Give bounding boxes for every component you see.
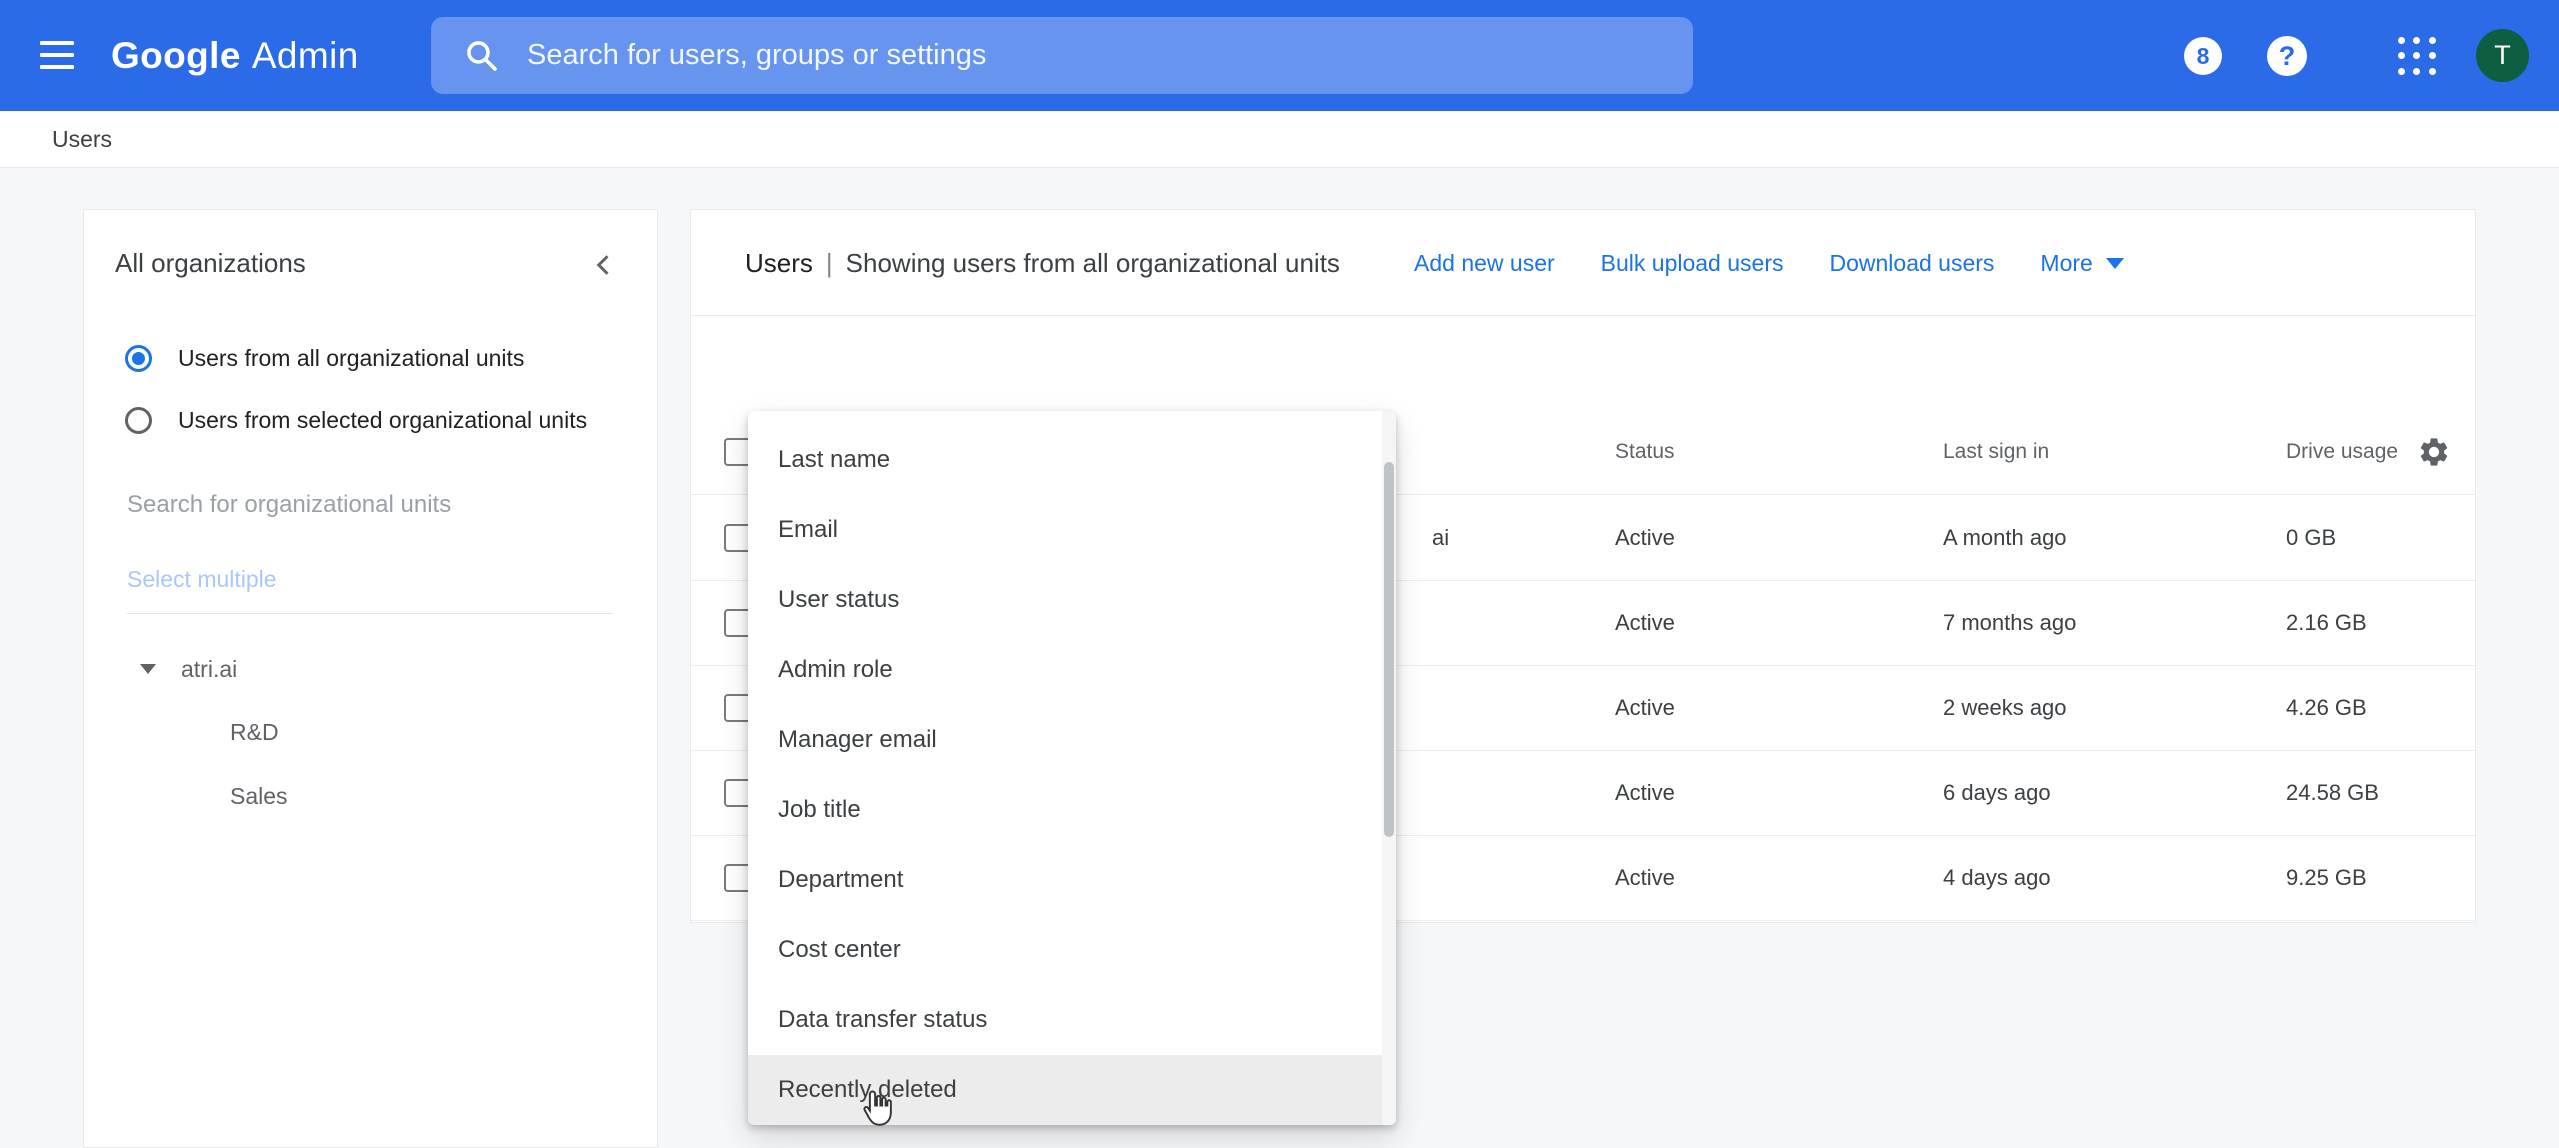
screen: Google Admin 8 ? T Users All organizatio… xyxy=(0,0,2559,1148)
cell-status: Active xyxy=(1615,836,1675,920)
cell-drive-usage: 24.58 GB xyxy=(2286,751,2379,835)
menu-item-data-transfer-status[interactable]: Data transfer status xyxy=(748,985,1396,1055)
title-separator: | xyxy=(826,248,833,279)
global-search-input[interactable] xyxy=(527,39,1663,72)
cell-last-sign-in: 6 days ago xyxy=(1943,751,2051,835)
menu-item-recently-deleted[interactable]: Recently deleted xyxy=(748,1055,1396,1125)
radio-selected-icon xyxy=(125,345,152,372)
top-bar: Google Admin 8 ? T xyxy=(0,0,2559,111)
page-title: Users | Showing users from all organizat… xyxy=(745,210,1340,316)
column-header-status[interactable]: Status xyxy=(1615,409,1675,494)
org-tree-root-label: atri.ai xyxy=(181,656,237,683)
menu-item-cost-center[interactable]: Cost center xyxy=(748,915,1396,985)
download-users-button[interactable]: Download users xyxy=(1829,250,1994,277)
help-icon[interactable]: ? xyxy=(2267,36,2307,76)
logo-admin-text: Admin xyxy=(252,35,359,77)
menu-item-admin-role[interactable]: Admin role xyxy=(748,635,1396,705)
cell-status: Active xyxy=(1615,496,1675,580)
menu-item-last-name[interactable]: Last name xyxy=(748,425,1396,495)
org-tree-item-sales[interactable]: Sales xyxy=(230,781,288,811)
cell-last-sign-in: 4 days ago xyxy=(1943,836,2051,920)
org-units-search-input[interactable] xyxy=(127,491,607,519)
radio-unselected-icon xyxy=(125,407,152,434)
dropdown-scrollbar-thumb[interactable] xyxy=(1384,462,1394,837)
radio-users-all-org-units[interactable]: Users from all organizational units xyxy=(125,338,524,378)
account-avatar[interactable]: T xyxy=(2476,29,2529,82)
bulk-upload-users-button[interactable]: Bulk upload users xyxy=(1601,250,1784,277)
cell-last-sign-in: 2 weeks ago xyxy=(1943,666,2067,750)
column-header-last-sign-in[interactable]: Last sign in xyxy=(1943,409,2049,494)
select-multiple-link[interactable]: Select multiple xyxy=(127,566,277,593)
notifications-badge-icon[interactable]: 8 xyxy=(2184,37,2222,75)
chevron-down-icon xyxy=(140,664,156,674)
cell-status: Active xyxy=(1615,581,1675,665)
breadcrumb-bar: Users xyxy=(0,111,2559,168)
radio-label: Users from selected organizational units xyxy=(178,407,587,434)
cell-last-sign-in: A month ago xyxy=(1943,496,2067,580)
org-tree-item-rd[interactable]: R&D xyxy=(230,717,279,747)
menu-item-manager-email[interactable]: Manager email xyxy=(748,705,1396,775)
header-actions: Add new user Bulk upload users Download … xyxy=(1414,210,2124,316)
cell-drive-usage: 2.16 GB xyxy=(2286,581,2367,665)
menu-item-department[interactable]: Department xyxy=(748,845,1396,915)
sidebar-divider xyxy=(127,613,613,614)
search-icon xyxy=(463,37,501,75)
cell-drive-usage: 9.25 GB xyxy=(2286,836,2367,920)
cell-drive-usage: 4.26 GB xyxy=(2286,666,2367,750)
google-admin-logo: Google Admin xyxy=(111,0,359,111)
chevron-down-icon xyxy=(2106,258,2124,269)
users-title: Users xyxy=(745,248,813,279)
cell-drive-usage: 0 GB xyxy=(2286,496,2336,580)
org-tree-root-item[interactable]: atri.ai xyxy=(84,646,657,692)
column-options-dropdown: Last name Email User status Admin role M… xyxy=(748,411,1396,1125)
column-settings-button[interactable] xyxy=(2417,435,2451,469)
cell-last-sign-in: 7 months ago xyxy=(1943,581,2076,665)
column-header-drive-usage[interactable]: Drive usage xyxy=(2286,409,2398,494)
users-card-header: Users | Showing users from all organizat… xyxy=(691,210,2475,316)
more-label: More xyxy=(2040,250,2092,277)
gear-icon xyxy=(2417,435,2451,469)
users-subtitle: Showing users from all organizational un… xyxy=(846,248,1340,279)
radio-label: Users from all organizational units xyxy=(178,345,524,372)
apps-grid-icon[interactable] xyxy=(2398,37,2436,75)
organizations-panel-title: All organizations xyxy=(115,210,306,316)
cell-status: Active xyxy=(1615,751,1675,835)
menu-item-job-title[interactable]: Job title xyxy=(748,775,1396,845)
radio-users-selected-org-units[interactable]: Users from selected organizational units xyxy=(125,400,587,440)
menu-item-email[interactable]: Email xyxy=(748,495,1396,565)
cell-name-fragment: ai xyxy=(1432,496,1449,580)
logo-google-text: Google xyxy=(111,35,241,77)
collapse-panel-button[interactable] xyxy=(584,244,626,286)
chevron-left-icon xyxy=(590,250,620,280)
organizations-panel: All organizations Users from all organiz… xyxy=(83,209,658,1148)
add-new-user-button[interactable]: Add new user xyxy=(1414,250,1555,277)
hamburger-menu-icon[interactable] xyxy=(40,33,86,77)
global-search-bar[interactable] xyxy=(431,17,1693,94)
menu-item-user-status[interactable]: User status xyxy=(748,565,1396,635)
cell-status: Active xyxy=(1615,666,1675,750)
more-menu-button[interactable]: More xyxy=(2040,250,2123,277)
breadcrumb[interactable]: Users xyxy=(52,126,112,153)
